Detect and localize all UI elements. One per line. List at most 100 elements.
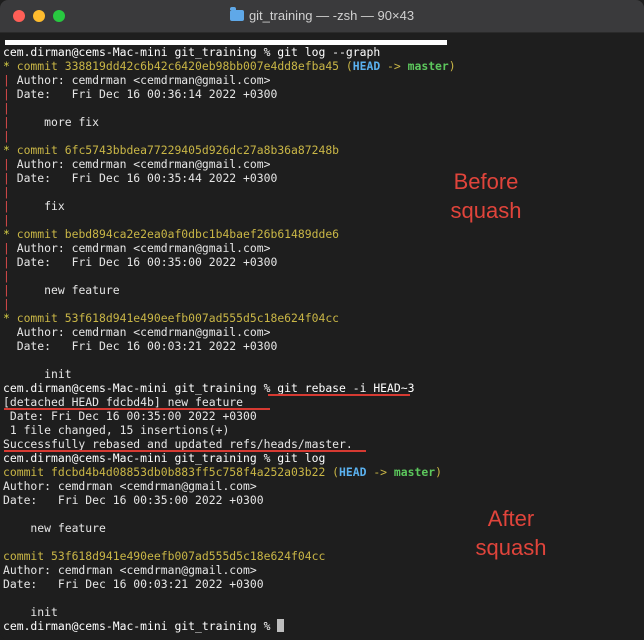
terminal-text: cem.dirman@cems-Mac-mini git_training % (3, 619, 278, 633)
terminal-text: Date: Fri Dec 16 00:35:00 2022 +0300 (16, 255, 278, 269)
terminal-line: | Date: Fri Dec 16 00:35:00 2022 +0300 (3, 255, 456, 269)
terminal-line: Date: Fri Dec 16 00:03:21 2022 +0300 (3, 577, 456, 591)
terminal-line: | (3, 129, 456, 143)
terminal-text: ) (435, 465, 442, 479)
terminal-text: ) (448, 59, 456, 73)
terminal-text: init (3, 605, 58, 619)
terminal-text: | (3, 185, 10, 199)
terminal-text: * (3, 311, 17, 325)
terminal-line: | more fix (3, 115, 456, 129)
terminal-text: ( (345, 59, 353, 73)
terminal-text: Date: Fri Dec 16 00:35:00 2022 +0300 (3, 493, 264, 507)
terminal-line: Successfully rebased and updated refs/he… (3, 437, 456, 451)
terminal-text: cem.dirman@cems-Mac-mini git_training % … (3, 381, 415, 395)
terminal-text: commit 338819dd42c6b42c6420eb98bb007e4dd… (16, 59, 346, 73)
terminal-line: Author: cemdrman <cemdrman@gmail.com> (3, 325, 456, 339)
terminal-text: * (3, 143, 17, 157)
terminal-line: * commit 338819dd42c6b42c6420eb98bb007e4… (3, 59, 456, 73)
terminal-text: cem.dirman@cems-Mac-mini git_training % … (3, 451, 326, 465)
terminal-text: | (3, 171, 17, 185)
terminal-text: HEAD (339, 465, 367, 479)
terminal-text: master (393, 465, 436, 479)
terminal-line: | (3, 101, 456, 115)
terminal-text: | (3, 241, 17, 255)
terminal-line: | new feature (3, 283, 456, 297)
annotation-after-line2: squash (475, 535, 547, 560)
terminal-text: | (3, 283, 17, 297)
terminal-text: fix (16, 199, 65, 213)
terminal-text: Author: cemdrman <cemdrman@gmail.com> (16, 157, 271, 171)
terminal-text: commit 53f618d941e490eefb007ad555d5c18e6… (3, 549, 326, 563)
annotation-before-line1: Before (453, 169, 519, 194)
terminal-text: ( (332, 465, 340, 479)
terminal-text: -> (380, 59, 408, 73)
terminal-line: * commit 53f618d941e490eefb007ad555d5c18… (3, 311, 456, 325)
terminal-text: commit 6fc5743bbdea77229405d926dc27a8b36… (16, 143, 340, 157)
terminal-text: cem.dirman@cems-Mac-mini git_training % … (3, 45, 381, 59)
annotation-before-line2: squash (450, 198, 522, 223)
terminal-text: -> (366, 465, 394, 479)
terminal-text: | (3, 269, 10, 283)
terminal-line: commit fdcbd4b4d08853db0b883ff5c758f4a25… (3, 465, 456, 479)
terminal-text: Date: Fri Dec 16 00:35:44 2022 +0300 (16, 171, 278, 185)
terminal-line: [detached HEAD fdcbd4b] new feature (3, 395, 456, 409)
terminal-text: [detached HEAD fdcbd4b] new feature (3, 395, 244, 409)
terminal-line: | (3, 297, 456, 311)
terminal-content[interactable]: cem.dirman@cems-Mac-mini git_training % … (0, 33, 644, 640)
terminal-text: Author: cemdrman <cemdrman@gmail.com> (16, 73, 271, 87)
terminal-line: Author: cemdrman <cemdrman@gmail.com> (3, 563, 456, 577)
terminal-text: 1 file changed, 15 insertions(+) (3, 423, 230, 437)
terminal-text: | (3, 157, 17, 171)
terminal-line: commit 53f618d941e490eefb007ad555d5c18e6… (3, 549, 456, 563)
terminal-text: Author: cemdrman <cemdrman@gmail.com> (16, 241, 271, 255)
terminal-line: | (3, 185, 456, 199)
terminal-text: | (3, 129, 10, 143)
terminal-line: * commit bebd894ca2e2ea0af0dbc1b4baef26b… (3, 227, 456, 241)
terminal-line: cem.dirman@cems-Mac-mini git_training % (3, 619, 456, 633)
terminal-line: cem.dirman@cems-Mac-mini git_training % … (3, 381, 456, 395)
terminal-text: | (3, 115, 17, 129)
terminal-line: new feature (3, 521, 456, 535)
annotation-before-squash: Before squash (430, 167, 542, 225)
terminal-text: new feature (3, 521, 106, 535)
terminal-text: new feature (16, 283, 120, 297)
terminal-line: | Date: Fri Dec 16 00:36:14 2022 +0300 (3, 87, 456, 101)
terminal-line: | (3, 269, 456, 283)
terminal-text: more fix (16, 115, 100, 129)
terminal-text: commit 53f618d941e490eefb007ad555d5c18e6… (16, 311, 340, 325)
terminal-line: Author: cemdrman <cemdrman@gmail.com> (3, 479, 456, 493)
terminal-text: commit bebd894ca2e2ea0af0dbc1b4baef26b61… (16, 227, 340, 241)
terminal-text: Author: cemdrman <cemdrman@gmail.com> (3, 563, 257, 577)
terminal-line: 1 file changed, 15 insertions(+) (3, 423, 456, 437)
annotation-after-squash: After squash (455, 504, 567, 562)
annotation-underline-success (4, 450, 366, 452)
terminal-line: init (3, 367, 456, 381)
terminal-line: cem.dirman@cems-Mac-mini git_training % … (3, 45, 456, 59)
terminal-text: Date: Fri Dec 16 00:35:00 2022 +0300 (3, 409, 257, 423)
terminal-text: Author: cemdrman <cemdrman@gmail.com> (3, 325, 271, 339)
terminal-line: | Date: Fri Dec 16 00:35:44 2022 +0300 (3, 171, 456, 185)
terminal-text: master (407, 59, 449, 73)
terminal-text: * (3, 59, 17, 73)
folder-icon (229, 7, 244, 21)
terminal-text: commit fdcbd4b4d08853db0b883ff5c758f4a25… (3, 465, 333, 479)
terminal-text: Date: Fri Dec 16 00:36:14 2022 +0300 (16, 87, 278, 101)
terminal-window: git_training — -zsh — 90×43 cem.dirman@c… (0, 0, 644, 640)
terminal-text: Date: Fri Dec 16 00:03:21 2022 +0300 (3, 339, 278, 353)
terminal-output: cem.dirman@cems-Mac-mini git_training % … (3, 45, 456, 633)
annotation-after-line1: After (487, 506, 535, 531)
terminal-text: init (3, 367, 72, 381)
title-bar[interactable]: git_training — -zsh — 90×43 (0, 0, 644, 33)
annotation-underline-detached (4, 408, 270, 410)
terminal-text: Author: cemdrman <cemdrman@gmail.com> (3, 479, 257, 493)
terminal-line: | Author: cemdrman <cemdrman@gmail.com> (3, 241, 456, 255)
annotation-underline-rebase-cmd (268, 394, 410, 396)
terminal-text: * (3, 227, 17, 241)
terminal-line: Date: Fri Dec 16 00:03:21 2022 +0300 (3, 339, 456, 353)
terminal-line: cem.dirman@cems-Mac-mini git_training % … (3, 451, 456, 465)
terminal-text: | (3, 255, 17, 269)
terminal-text: | (3, 87, 17, 101)
